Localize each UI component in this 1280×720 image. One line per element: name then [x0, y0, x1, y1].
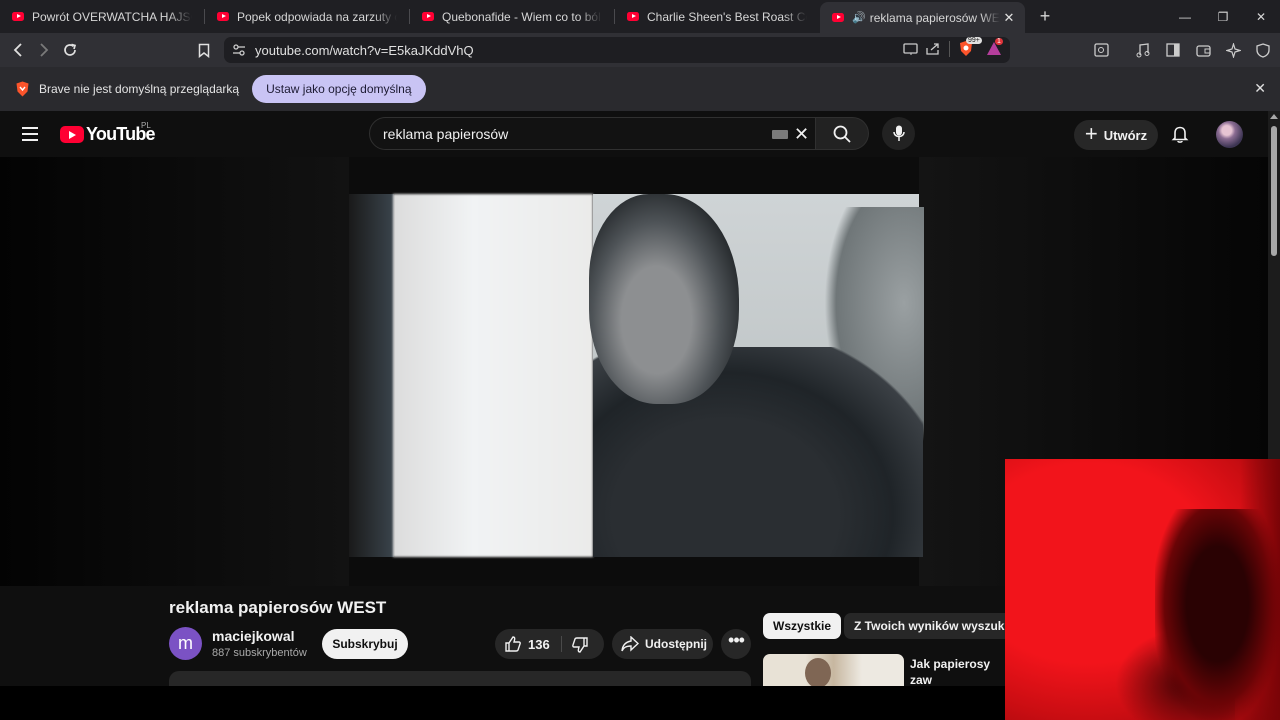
channel-avatar[interactable]: m — [169, 627, 202, 660]
window-close-icon[interactable]: ✕ — [1242, 0, 1280, 33]
youtube-logo[interactable]: YouTube PL — [60, 121, 156, 145]
picture-in-picture-video[interactable] — [1005, 459, 1280, 720]
wallet-icon[interactable] — [1190, 37, 1216, 63]
scrollbar-thumb[interactable] — [1271, 126, 1277, 256]
brave-logo-icon — [15, 81, 30, 97]
clear-search-icon[interactable]: ✕ — [794, 124, 809, 145]
youtube-favicon-icon — [12, 12, 24, 21]
like-icon[interactable] — [504, 635, 522, 653]
chip-all[interactable]: Wszystkie — [763, 613, 842, 639]
bookmark-icon[interactable] — [191, 37, 217, 63]
related-video-thumbnail[interactable] — [763, 654, 904, 686]
video-door-panel — [393, 194, 593, 557]
microphone-icon — [893, 125, 905, 141]
vpn-icon[interactable] — [1250, 37, 1276, 63]
browser-extensions — [1088, 37, 1280, 63]
bottom-black-area — [0, 686, 1005, 720]
share-page-icon[interactable] — [925, 42, 941, 56]
address-bar[interactable]: youtube.com/watch?v=E5kaJKddVhQ 99+ 1 — [224, 37, 1010, 63]
leo-ai-icon[interactable] — [1220, 37, 1246, 63]
scroll-up-icon[interactable] — [1270, 114, 1278, 119]
channel-name[interactable]: maciejkowal — [212, 628, 295, 644]
browser-tab[interactable]: Popek odpowiada na zarzuty o zoofilię — [205, 0, 410, 33]
video-person-head — [589, 194, 739, 404]
create-label: Utwórz — [1103, 127, 1148, 143]
reader-mode-icon[interactable] — [1088, 37, 1114, 63]
tab-close-icon[interactable]: ✕ — [1001, 10, 1017, 26]
sidebar-icon[interactable] — [1160, 37, 1186, 63]
default-browser-infobar: Brave nie jest domyślną przeglądarką Ust… — [0, 67, 1280, 111]
url-text: youtube.com/watch?v=E5kaJKddVhQ — [255, 42, 474, 58]
search-button[interactable] — [816, 117, 869, 150]
media-controls-icon[interactable] — [1130, 37, 1156, 63]
brave-rewards-icon[interactable]: 1 — [986, 38, 1003, 56]
youtube-favicon-icon — [422, 12, 434, 21]
brave-shields-icon[interactable]: 99+ — [958, 37, 982, 57]
plus-icon: + — [1084, 121, 1098, 146]
infobar-message: Brave nie jest domyślną przeglądarką — [39, 82, 240, 96]
search-input[interactable]: reklama papierosów ✕ — [369, 117, 816, 150]
chip-from-search[interactable]: Z Twoich wyników wyszukiwania — [844, 613, 1014, 639]
address-bar-actions: 99+ 1 — [903, 37, 1003, 57]
like-count: 136 — [528, 637, 550, 652]
reload-icon[interactable] — [57, 37, 83, 63]
youtube-play-logo-icon — [60, 126, 84, 143]
restore-icon[interactable]: ❐ — [1204, 0, 1242, 33]
tab-title: Charlie Sheen's Best Roast Comebacks — [647, 9, 807, 24]
audio-playing-icon[interactable]: 🔊 — [852, 11, 866, 24]
search-icon — [833, 125, 851, 143]
share-icon — [621, 636, 639, 652]
forward-icon[interactable] — [31, 37, 57, 63]
youtube-favicon-icon — [627, 12, 639, 21]
back-icon[interactable] — [5, 37, 31, 63]
youtube-masthead: YouTube PL reklama papierosów ✕ + Utwórz — [0, 111, 1268, 157]
site-settings-icon[interactable] — [232, 43, 246, 57]
share-label: Udostępnij — [645, 637, 707, 651]
tab-title: Quebonafide - Wiem co to ból (FT. Kękę) — [442, 9, 602, 24]
rewards-badge: 1 — [995, 38, 1003, 45]
video-title: reklama papierosów WEST — [169, 598, 387, 617]
subscriber-count: 887 subskrybentów — [212, 647, 307, 659]
window-controls: — ❐ ✕ — [1166, 0, 1280, 33]
notifications-bell-icon[interactable] — [1170, 124, 1190, 144]
browser-toolbar: youtube.com/watch?v=E5kaJKddVhQ 99+ 1 — [0, 33, 1280, 67]
browser-tab[interactable]: Quebonafide - Wiem co to ból (FT. Kękę) — [410, 0, 615, 33]
tab-title: Popek odpowiada na zarzuty o zoofilię — [237, 9, 397, 24]
country-code: PL — [141, 121, 151, 130]
infobar-close-icon[interactable]: ✕ — [1254, 80, 1266, 97]
cast-icon[interactable] — [903, 42, 919, 56]
browser-tab[interactable]: Powrót OVERWATCHA HAJSOWNIKÓW — [0, 0, 205, 33]
account-avatar[interactable] — [1216, 121, 1243, 148]
browser-tab[interactable]: Charlie Sheen's Best Roast Comebacks — [615, 0, 820, 33]
new-tab-icon[interactable]: + — [1035, 6, 1055, 27]
ambient-glow-left — [0, 157, 349, 586]
pip-silhouette — [1155, 509, 1280, 720]
browser-tab-strip: Powrót OVERWATCHA HAJSOWNIKÓW Popek odpo… — [0, 0, 1280, 33]
tab-title: reklama papierosów WEST - YouTube — [869, 10, 1000, 25]
like-dislike-bar: 136 — [495, 629, 604, 659]
set-default-button[interactable]: Ustaw jako opcję domyślną — [252, 75, 426, 103]
tab-title: Powrót OVERWATCHA HAJSOWNIKÓW — [32, 9, 192, 24]
youtube-favicon-icon — [217, 12, 229, 21]
search-bar: reklama papierosów ✕ — [369, 117, 869, 150]
dislike-icon[interactable] — [571, 636, 589, 654]
subscribe-button[interactable]: Subskrybuj — [322, 629, 408, 659]
youtube-favicon-icon — [832, 13, 844, 22]
keyboard-icon[interactable] — [772, 130, 788, 139]
create-button[interactable]: + Utwórz — [1074, 120, 1158, 150]
share-button[interactable]: Udostępnij — [612, 629, 713, 659]
search-query: reklama papierosów — [383, 126, 509, 142]
shields-badge: 99+ — [966, 37, 982, 44]
more-actions-button[interactable]: ••• — [721, 629, 751, 659]
voice-search-button[interactable] — [882, 117, 915, 150]
browser-tab-active[interactable]: 🔊 reklama papierosów WEST - YouTube ✕ — [820, 2, 1025, 33]
minimize-icon[interactable]: — — [1166, 0, 1204, 33]
guide-menu-icon[interactable] — [22, 127, 38, 141]
video-frame[interactable] — [349, 157, 924, 586]
